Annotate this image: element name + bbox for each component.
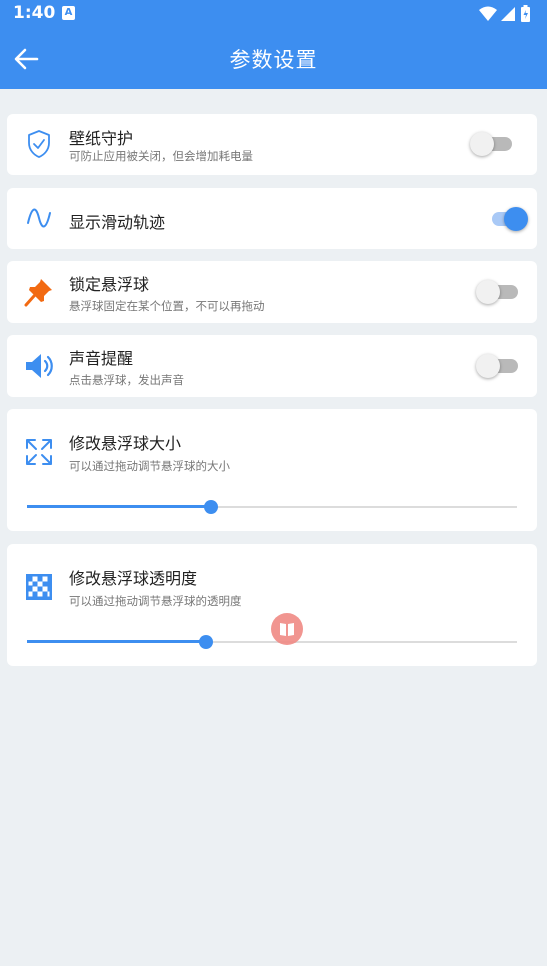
toggle-thumb: [476, 354, 500, 378]
setting-wallpaper-guard[interactable]: 壁纸守护 可防止应用被关闭，但会增加耗电量: [7, 114, 537, 175]
setting-title: 显示滑动轨迹: [69, 213, 166, 232]
setting-ball-size: 修改悬浮球大小 可以通过拖动调节悬浮球的大小: [7, 409, 537, 531]
status-time: 1:40: [13, 3, 56, 23]
sound-alert-toggle[interactable]: [476, 353, 520, 379]
setting-show-trail[interactable]: 显示滑动轨迹: [7, 188, 537, 249]
page-title: 参数设置: [229, 48, 318, 72]
slider-fill: [27, 505, 211, 508]
floating-ball[interactable]: [271, 613, 303, 645]
wave-icon: [27, 208, 51, 228]
setting-subtitle: 点击悬浮球，发出声音: [69, 373, 184, 387]
setting-subtitle: 可以通过拖动调节悬浮球的透明度: [69, 594, 242, 608]
book-icon: [280, 623, 294, 636]
slider-thumb[interactable]: [199, 635, 214, 649]
checkerboard-icon: [26, 574, 52, 600]
status-bar: 1:40 A: [0, 0, 547, 28]
setting-sound-alert[interactable]: 声音提醒 点击悬浮球，发出声音: [7, 335, 537, 397]
app-bar: 参数设置: [0, 28, 547, 89]
show-trail-toggle[interactable]: [484, 206, 528, 232]
setting-title: 声音提醒: [69, 349, 134, 368]
setting-subtitle: 可防止应用被关闭，但会增加耗电量: [69, 149, 253, 163]
notification-icon: A: [62, 6, 75, 20]
wifi-icon: [479, 6, 497, 21]
system-status-icons: [479, 5, 530, 22]
toggle-thumb: [476, 280, 500, 304]
lock-ball-toggle[interactable]: [476, 279, 520, 305]
setting-title: 锁定悬浮球: [69, 275, 150, 294]
toggle-thumb: [504, 207, 528, 231]
setting-title: 修改悬浮球大小: [69, 434, 182, 453]
toggle-thumb: [470, 132, 494, 156]
slider-thumb[interactable]: [203, 500, 218, 514]
shield-check-icon: [28, 130, 50, 158]
expand-arrows-icon: [26, 439, 52, 465]
signal-icon: [501, 7, 515, 21]
wallpaper-guard-toggle[interactable]: [470, 131, 514, 157]
setting-ball-opacity: 修改悬浮球透明度 可以通过拖动调节悬浮球的透明度: [7, 544, 537, 666]
setting-title: 修改悬浮球透明度: [69, 569, 198, 588]
pushpin-icon: [24, 279, 52, 307]
setting-title: 壁纸守护: [69, 129, 134, 148]
ball-size-slider[interactable]: [27, 497, 517, 517]
speaker-icon: [26, 354, 53, 378]
setting-lock-ball[interactable]: 锁定悬浮球 悬浮球固定在某个位置，不可以再拖动: [7, 261, 537, 323]
setting-subtitle: 悬浮球固定在某个位置，不可以再拖动: [69, 299, 265, 313]
setting-subtitle: 可以通过拖动调节悬浮球的大小: [69, 459, 230, 473]
slider-fill: [27, 640, 207, 643]
battery-icon: [521, 5, 530, 22]
